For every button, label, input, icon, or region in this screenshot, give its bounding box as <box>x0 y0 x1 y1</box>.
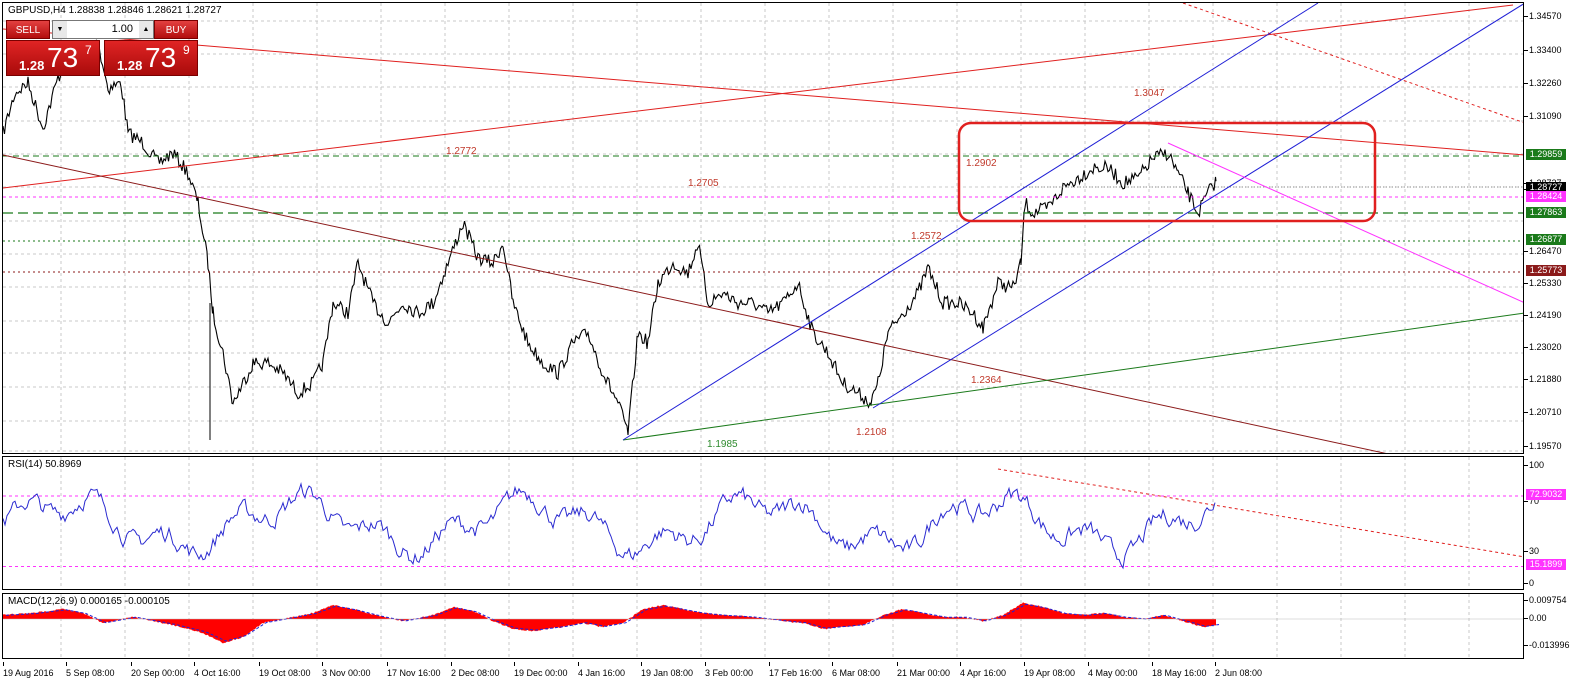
rsi-tick-label: 100 <box>1523 460 1545 470</box>
time-tick-label: 18 May 16:00 <box>1152 662 1207 678</box>
time-tick-label: 6 Mar 08:00 <box>832 662 881 678</box>
price-annotation: 1.2108 <box>856 427 887 438</box>
price-axis[interactable]: 1.345701.334001.322601.310901.287271.276… <box>1524 2 1572 454</box>
price-tick-label: 1.20710 <box>1524 407 1562 417</box>
lot-size-value[interactable]: 1.00 <box>69 21 137 38</box>
price-annotation: 1.3047 <box>1134 88 1165 99</box>
price-tick-label: 1.34570 <box>1524 11 1562 21</box>
price-level-tag: 1.28424 <box>1526 191 1566 202</box>
time-tick-label: 4 Jan 16:00 <box>578 662 626 678</box>
time-tick-label: 2 Dec 08:00 <box>451 662 500 678</box>
price-tick-label: 1.26470 <box>1524 246 1562 256</box>
lot-size-field[interactable]: ▼ 1.00 ▲ <box>52 20 154 39</box>
price-annotation: 1.2364 <box>971 375 1002 386</box>
price-series <box>3 39 1217 436</box>
time-tick-label: 4 May 00:00 <box>1088 662 1138 678</box>
price-tick-label: 1.21880 <box>1524 374 1562 384</box>
rsi-indicator-pane[interactable]: RSI(14) 50.8969 <box>2 456 1524 590</box>
price-tick-label: 1.23020 <box>1524 342 1562 352</box>
sell-price-button[interactable]: 1.28 73 7 <box>6 40 100 76</box>
time-tick-label: 19 Aug 2016 <box>3 662 54 678</box>
price-tick-label: 1.24190 <box>1524 310 1562 320</box>
price-level-tag: 1.27863 <box>1526 207 1566 218</box>
price-tick-label: 1.19570 <box>1524 441 1562 451</box>
price-level-tag: 1.26877 <box>1526 234 1566 245</box>
buy-price-fraction: 9 <box>183 43 190 57</box>
rsi-level-tag: 72.9032 <box>1526 489 1566 501</box>
time-tick-label: 19 Oct 08:00 <box>259 662 311 678</box>
rsi-canvas[interactable] <box>3 457 1524 590</box>
rsi-tick-label: 30 <box>1523 546 1540 556</box>
buy-price-prefix: 1.28 <box>117 58 143 73</box>
time-tick-label: 17 Feb 16:00 <box>769 662 823 678</box>
time-tick-label: 4 Oct 16:00 <box>194 662 241 678</box>
lot-increase-icon[interactable]: ▲ <box>139 21 153 38</box>
time-tick-label: 2 Jun 08:00 <box>1215 662 1263 678</box>
price-tick-label: 1.33400 <box>1524 45 1562 55</box>
time-tick-label: 5 Sep 08:00 <box>66 662 115 678</box>
macd-canvas[interactable] <box>3 594 1524 659</box>
macd-title: MACD(12,26,9) 0.000165 -0.000105 <box>8 596 170 607</box>
macd-tick-label: 0.009754 <box>1524 595 1567 605</box>
time-tick-label: 19 Apr 08:00 <box>1024 662 1076 678</box>
time-tick-label: 3 Feb 00:00 <box>705 662 754 678</box>
buy-button[interactable]: BUY <box>154 20 198 39</box>
buy-price-button[interactable]: 1.28 73 9 <box>104 40 198 76</box>
sell-price-fraction: 7 <box>85 43 92 57</box>
blue-channel-lower <box>872 3 1523 409</box>
rsi-dashed-trendline <box>997 468 1523 558</box>
time-tick-label: 17 Nov 16:00 <box>387 662 441 678</box>
rsi-level-tag: 15.1899 <box>1526 559 1566 571</box>
magenta-trendline <box>1167 142 1523 303</box>
price-annotation: 1.2902 <box>966 158 997 169</box>
red-rising-trendline <box>3 4 1514 189</box>
time-tick-label: 4 Apr 16:00 <box>960 662 1007 678</box>
price-annotation: 1.2772 <box>446 146 477 157</box>
macd-tick-label: 0.00 <box>1524 613 1547 623</box>
price-chart-pane[interactable]: GBPUSD,H4 1.28838 1.28846 1.28621 1.2872… <box>2 2 1524 454</box>
rsi-title: RSI(14) 50.8969 <box>8 459 82 470</box>
price-level-tag: 1.25773 <box>1526 265 1566 276</box>
time-tick-label: 19 Jan 08:00 <box>641 662 694 678</box>
macd-indicator-pane[interactable]: MACD(12,26,9) 0.000165 -0.000105 <box>2 593 1524 659</box>
price-annotation: 1.2572 <box>911 231 942 242</box>
ohlc-values: 1.28838 1.28846 1.28621 1.28727 <box>68 5 222 16</box>
symbol-name: GBPUSD,H4 <box>8 5 66 16</box>
macd-histogram <box>3 602 1216 644</box>
time-axis[interactable]: 19 Aug 2016 5 Sep 08:00 20 Sep 00:00 4 Oct … <box>0 662 1572 688</box>
buy-price-pips: 73 <box>145 42 177 73</box>
price-annotation: 1.1985 <box>707 439 738 450</box>
sell-price-prefix: 1.28 <box>19 58 45 73</box>
price-tick-label: 1.25330 <box>1524 278 1562 288</box>
lot-decrease-icon[interactable]: ▼ <box>53 21 67 38</box>
macd-axis[interactable]: 0.009754 0.00 -0.013996 <box>1524 593 1572 659</box>
sell-price-pips: 73 <box>47 42 79 73</box>
sell-button[interactable]: SELL <box>6 20 50 39</box>
price-annotation: 1.2705 <box>688 178 719 189</box>
time-tick-label: 19 Dec 00:00 <box>514 662 568 678</box>
rsi-tick-label: 0 <box>1523 578 1535 588</box>
time-tick-label: 3 Nov 00:00 <box>322 662 371 678</box>
time-tick-label: 21 Mar 00:00 <box>897 662 951 678</box>
symbol-header: GBPUSD,H4 1.28838 1.28846 1.28621 1.2872… <box>8 5 222 16</box>
price-tick-label: 1.32260 <box>1524 78 1562 88</box>
time-tick-label: 20 Sep 00:00 <box>131 662 185 678</box>
price-chart-canvas[interactable] <box>3 3 1524 454</box>
price-tick-label: 1.31090 <box>1524 111 1562 121</box>
red-falling-trendline <box>3 28 1523 156</box>
price-level-tag: 1.29859 <box>1526 149 1566 160</box>
macd-tick-label: -0.013996 <box>1524 640 1570 650</box>
one-click-trading-panel: SELL ▼ 1.00 ▲ BUY 1.28 73 7 1.28 73 9 <box>6 20 198 76</box>
